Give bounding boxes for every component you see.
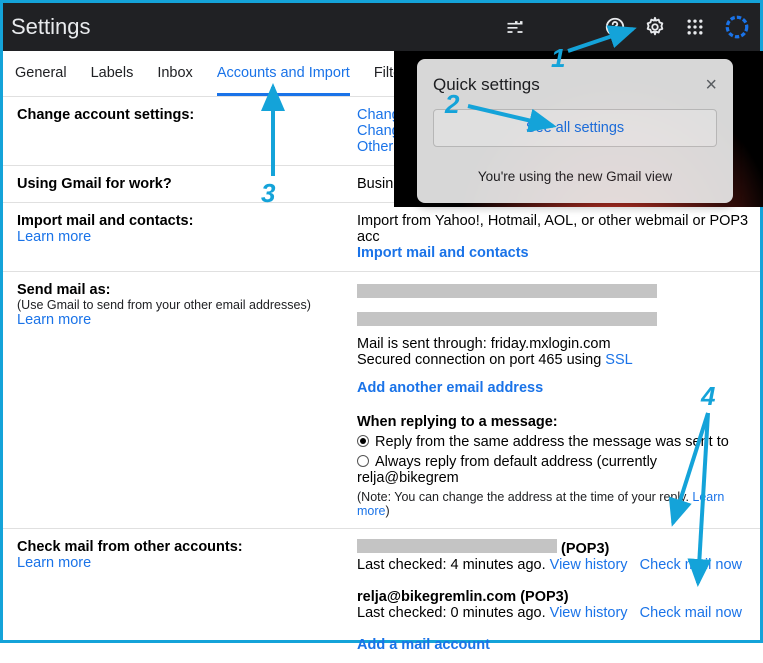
close-icon[interactable]: × [705,80,717,90]
link-view-history-2[interactable]: View history [550,605,628,621]
reply-note-close: ) [385,504,389,518]
label-check-mail: Check mail from other accounts: [17,539,357,555]
label-send-as: Send mail as: [17,282,357,298]
link-add-mail-account[interactable]: Add a mail account [357,637,490,653]
label-work: Using Gmail for work? [17,176,172,192]
link-learn-more-check[interactable]: Learn more [17,555,91,571]
link-ssl[interactable]: SSL [605,352,632,368]
label-change-account: Change account settings: [17,107,194,123]
radio-reply-default-label: Always reply from default address (curre… [357,454,657,486]
arrow-3 [258,81,288,181]
reply-note: (Note: You can change the address at the… [357,490,692,504]
radio-reply-default[interactable] [357,455,369,467]
arrow-4a [653,408,713,598]
tune-icon[interactable] [504,16,526,38]
secured-text: Secured connection on port 465 using [357,352,605,368]
redacted-2 [357,312,657,326]
acct1-suffix: (POP3) [561,541,609,557]
arrow-2 [463,98,563,133]
arrow-1 [563,23,643,53]
import-desc: Import from Yahoo!, Hotmail, AOL, or oth… [357,213,752,245]
tab-general[interactable]: General [15,65,67,96]
link-import-action[interactable]: Import mail and contacts [357,245,529,261]
link-check-now-2[interactable]: Check mail now [640,605,742,621]
marker-4: 4 [701,381,715,412]
redacted-1 [357,284,657,298]
link-learn-more-send[interactable]: Learn more [17,312,91,328]
section-import: Import mail and contacts: Learn more Imp… [3,203,760,272]
link-add-email[interactable]: Add another email address [357,380,543,396]
quick-settings-note: You're using the new Gmail view [433,169,717,184]
grammarly-icon[interactable] [724,14,750,40]
link-other[interactable]: Other [357,139,393,155]
tab-inbox[interactable]: Inbox [157,65,192,96]
acct2-status: Last checked: 0 minutes ago. [357,605,550,621]
label-import: Import mail and contacts: [17,213,357,229]
redacted-acct1 [357,539,557,553]
work-text: Busin [357,176,393,192]
marker-1: 1 [551,43,565,74]
acct1-status: Last checked: 4 minutes ago. [357,557,550,573]
sent-through: Mail is sent through: friday.mxlogin.com [357,336,752,352]
marker-2: 2 [445,89,459,120]
page-title: Settings [3,14,91,40]
link-learn-more-import[interactable]: Learn more [17,229,91,245]
link-view-history-1[interactable]: View history [550,557,628,573]
apps-icon[interactable] [684,16,706,38]
app-header: Settings [3,3,760,51]
section-send-as: Send mail as: (Use Gmail to send from yo… [3,272,760,529]
marker-3: 3 [261,178,275,209]
gear-icon[interactable] [644,16,666,38]
tab-labels[interactable]: Labels [91,65,134,96]
radio-reply-same[interactable] [357,435,369,447]
send-as-sub: (Use Gmail to send from your other email… [17,298,357,312]
